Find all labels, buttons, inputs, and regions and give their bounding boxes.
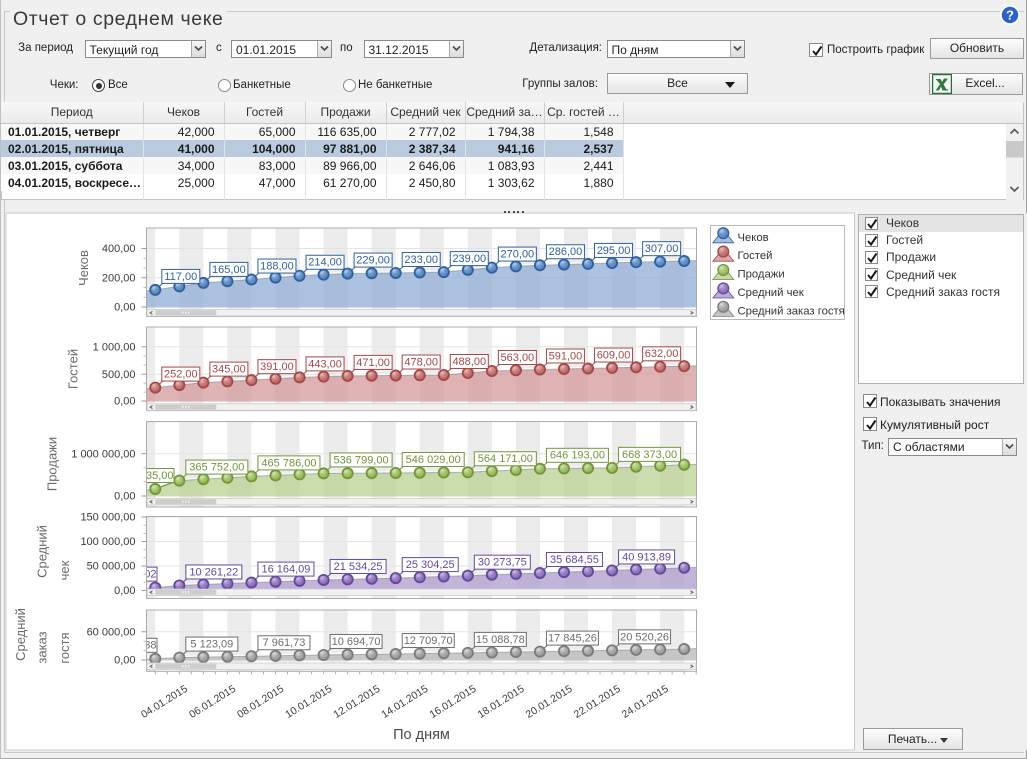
svg-text:471,00: 471,00 [356,357,390,369]
svg-text:?: ? [1006,8,1014,23]
svg-text:10 694,70: 10 694,70 [332,636,381,648]
svg-text:0,00: 0,00 [114,655,135,667]
svg-text:400,00: 400,00 [102,243,136,255]
svg-text:Чеков: Чеков [76,250,91,286]
svg-text:21 534,25: 21 534,25 [334,561,383,573]
svg-text:117,00: 117,00 [164,271,197,283]
svg-text:188,00: 188,00 [260,260,294,272]
svg-text:286,00: 286,00 [549,246,583,258]
svg-text:0,00: 0,00 [114,302,135,314]
svg-text:1 000 000,00: 1 000 000,00 [71,448,135,460]
svg-text:270,00: 270,00 [501,248,535,260]
svg-text:546 029,00: 546 029,00 [406,454,461,466]
svg-text:Гостей: Гостей [738,250,773,262]
svg-text:150 000,00: 150 000,00 [80,512,135,524]
svg-text:345,00: 345,00 [212,364,246,376]
svg-text:По дням: По дням [393,727,450,743]
svg-text:252,00: 252,00 [164,368,198,380]
svg-text:0,00: 0,00 [114,585,135,597]
svg-text:5 123,09: 5 123,09 [190,638,233,650]
svg-text:229,00: 229,00 [356,254,390,266]
svg-text:Продажи: Продажи [738,269,785,281]
svg-text:365 752,00: 365 752,00 [189,462,244,474]
svg-text:0,00: 0,00 [114,491,135,503]
svg-text:200,00: 200,00 [102,273,136,285]
svg-text:500,00: 500,00 [102,369,136,381]
svg-text:17 845,26: 17 845,26 [548,633,597,645]
svg-text:391,00: 391,00 [260,361,294,373]
svg-text:564 171,00: 564 171,00 [478,453,533,465]
svg-text:Продажи: Продажи [45,437,60,491]
svg-text:165,00: 165,00 [212,264,246,276]
svg-text:307,00: 307,00 [645,243,679,255]
svg-text:16 164,09: 16 164,09 [261,563,310,575]
svg-text:Средний: Средний [35,525,50,578]
svg-text:295,00: 295,00 [597,245,631,257]
svg-text:488,00: 488,00 [452,356,486,368]
svg-text:10 261,22: 10 261,22 [189,566,238,578]
svg-text:100 000,00: 100 000,00 [80,536,135,548]
svg-text:чек: чек [57,560,72,580]
svg-text:478,00: 478,00 [404,356,438,368]
svg-text:563,00: 563,00 [501,352,535,364]
svg-text:25 304,25: 25 304,25 [406,559,455,571]
svg-text:443,00: 443,00 [308,358,342,370]
svg-text:214,00: 214,00 [308,257,342,269]
svg-text:233,00: 233,00 [404,254,438,266]
svg-text:30 273,75: 30 273,75 [478,557,527,569]
svg-text:239,00: 239,00 [452,253,486,265]
svg-text:Гостей: Гостей [66,349,81,389]
svg-text:591,00: 591,00 [549,350,583,362]
svg-text:заказ: заказ [35,631,50,663]
svg-text:50 000,00: 50 000,00 [87,561,136,573]
svg-text:Средний заказ гостя: Средний заказ гостя [738,305,845,317]
svg-text:668 373,00: 668 373,00 [622,449,677,461]
svg-text:гостя: гостя [57,632,72,663]
svg-text:Средний чек: Средний чек [738,287,804,299]
svg-text:0,00: 0,00 [114,396,135,408]
svg-text:60 000,00: 60 000,00 [87,627,136,639]
svg-text:12 709,70: 12 709,70 [404,635,453,647]
svg-text:40 913,89: 40 913,89 [622,551,671,563]
svg-text:465 786,00: 465 786,00 [261,457,316,469]
svg-text:20 520,26: 20 520,26 [620,631,669,643]
svg-text:35 684,55: 35 684,55 [550,554,599,566]
svg-text:Средний: Средний [13,608,28,661]
svg-text:7 961,73: 7 961,73 [263,637,306,649]
svg-text:1 000,00: 1 000,00 [93,342,136,354]
svg-text:536 799,00: 536 799,00 [334,454,389,466]
svg-text:609,00: 609,00 [597,349,631,361]
svg-text:646 193,00: 646 193,00 [550,450,605,462]
svg-text:632,00: 632,00 [645,348,679,360]
svg-text:15 088,78: 15 088,78 [476,634,525,646]
svg-text:Чеков: Чеков [738,232,769,244]
